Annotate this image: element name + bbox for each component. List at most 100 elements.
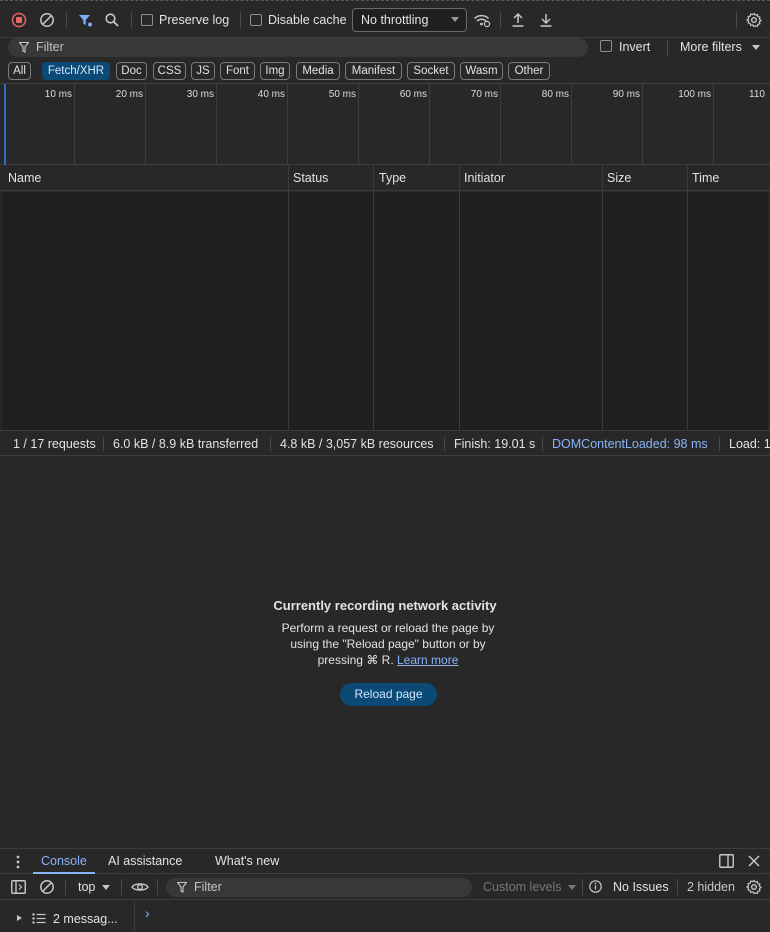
timeline-tick: 80 ms [541,89,569,100]
chip-socket[interactable]: Socket [407,62,455,80]
console-filter-placeholder: Filter [194,880,222,894]
hidden-messages-count: 2 hidden [687,880,735,894]
record-stop-icon[interactable] [10,11,28,29]
messages-count: 2 messag... [53,912,118,926]
filter-row: Filter Invert More filters [0,38,770,60]
chip-manifest[interactable]: Manifest [345,62,402,80]
timeline-tick: 90 ms [612,89,640,100]
messages-sidebar-entry[interactable]: 2 messag... [0,900,135,932]
empty-state-panel: Currently recording network activity Per… [0,456,770,848]
resource-type-filters: All Fetch/XHR Doc CSS JS Font Img Media … [0,62,770,82]
chip-css[interactable]: CSS [153,62,186,80]
console-settings-gear-icon[interactable] [746,879,762,895]
reload-page-button[interactable]: Reload page [340,683,437,706]
expand-arrow-icon [17,915,22,921]
chip-img[interactable]: Img [260,62,290,80]
filter-funnel-icon [19,42,29,53]
download-icon[interactable] [537,11,555,29]
context-value: top [78,880,96,894]
dock-side-icon[interactable] [719,854,734,868]
drawer-tab-whats-new[interactable]: What's new [215,854,279,868]
summary-resources: 4.8 kB / 3,057 kB resources [280,437,434,451]
timeline-overview[interactable]: 10 ms 20 ms 30 ms 40 ms 50 ms 60 ms 70 m… [0,83,770,165]
drawer-menu-icon[interactable] [15,854,21,870]
filter-funnel-icon [177,882,187,893]
chip-js[interactable]: JS [191,62,215,80]
sidebar-toggle-icon[interactable] [11,880,26,894]
chip-other[interactable]: Other [508,62,550,80]
console-prompt[interactable]: › [145,905,150,921]
empty-state-line-3: pressing ⌘ R. Learn more [0,653,770,667]
console-filter-input[interactable]: Filter [166,878,472,897]
chevron-down-icon [102,885,110,890]
filter-placeholder: Filter [36,40,64,54]
disable-cache-checkbox[interactable] [250,14,262,26]
invert-label: Invert [619,40,651,54]
preserve-log-checkbox[interactable] [141,14,153,26]
clear-console-icon[interactable] [39,879,55,895]
chip-wasm[interactable]: Wasm [460,62,503,80]
summary-finish: Finish: 19.01 s [454,437,536,451]
summary-load: Load: 1 [729,437,770,451]
chip-fetch-xhr[interactable]: Fetch/XHR [42,62,110,80]
search-icon[interactable] [103,11,121,29]
preserve-log-label: Preserve log [159,13,230,27]
filter-funnel-icon[interactable] [76,11,94,29]
timeline-tick: 60 ms [399,89,427,100]
more-filters-label: More filters [680,40,742,54]
settings-gear-icon[interactable] [745,11,763,29]
close-icon[interactable] [747,854,761,868]
log-levels-label: Custom levels [483,880,562,894]
summary-dom-content-loaded: DOMContentLoaded: 98 ms [552,437,708,451]
drawer-tab-console[interactable]: Console [41,854,87,868]
chip-font[interactable]: Font [220,62,255,80]
chip-media[interactable]: Media [296,62,340,80]
column-header-name[interactable]: Name [8,171,41,185]
info-icon [589,880,602,893]
issues-count: No Issues [613,880,669,894]
upload-icon[interactable] [509,11,527,29]
clear-icon[interactable] [38,11,56,29]
log-levels-dropdown[interactable]: Custom levels [483,879,579,895]
network-conditions-icon[interactable] [473,11,491,29]
timeline-tick: 20 ms [115,89,143,100]
console-toolbar: top Filter Custom levels No Issues 2 hid… [0,874,770,900]
list-icon [32,913,46,924]
empty-state-title: Currently recording network activity [273,598,497,613]
chevron-down-icon [568,885,576,890]
timeline-tick: 30 ms [186,89,214,100]
timeline-tick: 70 ms [470,89,498,100]
timeline-tick: 10 ms [44,89,72,100]
network-summary-bar: 1 / 17 requests 6.0 kB / 8.9 kB transfer… [0,430,770,456]
empty-state-line: using the "Reload page" button or by [290,637,486,651]
console-body: 2 messag... › [0,900,770,932]
issues-indicator[interactable]: No Issues [589,879,673,895]
more-filters-dropdown[interactable]: More filters [680,39,762,57]
chip-all[interactable]: All [8,62,31,80]
column-header-type[interactable]: Type [379,171,406,185]
column-header-status[interactable]: Status [293,171,328,185]
throttling-select[interactable]: No throttling [352,8,467,32]
chevron-down-icon [752,45,760,50]
drawer-tab-ai-assistance[interactable]: AI assistance [108,854,182,868]
context-selector[interactable]: top [78,879,114,895]
live-expression-eye-icon[interactable] [131,881,149,893]
timeline-tick: 40 ms [257,89,285,100]
requests-table: Name Status Type Initiator Size Time [0,165,770,430]
summary-transferred: 6.0 kB / 8.9 kB transferred [113,437,259,451]
timeline-start-marker [4,84,6,165]
network-toolbar: Preserve log Disable cache No throttling [0,0,770,38]
summary-requests: 1 / 17 requests [13,437,96,451]
requests-table-body[interactable] [2,192,768,430]
timeline-tick: 50 ms [328,89,356,100]
column-header-initiator[interactable]: Initiator [464,171,505,185]
filter-input[interactable]: Filter [8,38,588,57]
throttling-value: No throttling [361,13,429,27]
empty-state-shortcut-text: pressing ⌘ R. [317,653,394,667]
invert-checkbox[interactable] [600,40,612,52]
learn-more-link[interactable]: Learn more [397,653,458,667]
chip-doc[interactable]: Doc [116,62,147,80]
column-header-time[interactable]: Time [692,171,719,185]
empty-state-line: Perform a request or reload the page by [281,621,495,635]
column-header-size[interactable]: Size [607,171,631,185]
